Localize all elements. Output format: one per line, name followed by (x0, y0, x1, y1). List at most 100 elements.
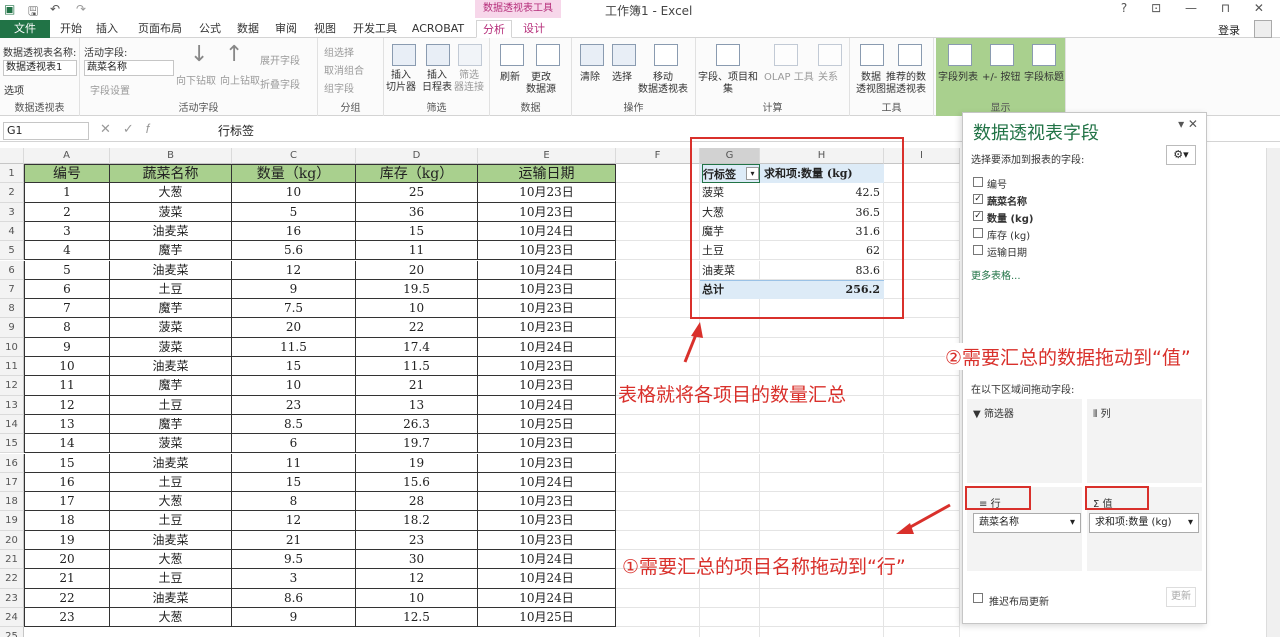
table-cell[interactable]: 土豆 (110, 395, 232, 415)
table-cell[interactable]: 土豆 (110, 569, 232, 589)
tab-design[interactable]: 设计 (516, 20, 552, 38)
field-checkbox[interactable] (973, 228, 983, 238)
filter-connections-button[interactable]: 筛选 器连接 (454, 70, 484, 94)
table-cell[interactable]: 15 (24, 453, 110, 473)
table-cell[interactable]: 大葱 (110, 183, 232, 203)
table-cell[interactable]: 菠菜 (110, 434, 232, 454)
expand-field-button[interactable]: 展开字段 (260, 52, 300, 67)
table-cell[interactable]: 13 (356, 395, 478, 415)
field-checkbox[interactable]: ✓ (973, 211, 983, 221)
insert-timeline-button[interactable]: 插入 日程表 (422, 70, 452, 94)
group-selection-button[interactable]: 组选择 (324, 44, 354, 59)
table-cell[interactable]: 19.5 (356, 279, 478, 300)
table-cell[interactable]: 8.6 (232, 588, 356, 608)
login-link[interactable]: 登录 (1218, 22, 1240, 38)
cell[interactable] (700, 588, 760, 608)
table-cell[interactable]: 21 (232, 530, 356, 550)
cell[interactable] (760, 627, 884, 637)
cell[interactable] (616, 260, 700, 280)
row-header[interactable]: 18 (0, 492, 24, 512)
row-header[interactable]: 9 (0, 318, 24, 338)
table-cell[interactable]: 7 (24, 299, 110, 319)
table-cell[interactable]: 油麦菜 (110, 530, 232, 550)
table-cell[interactable]: 10月23日 (478, 318, 616, 338)
table-cell[interactable]: 菠菜 (110, 202, 232, 222)
row-header[interactable]: 7 (0, 279, 24, 300)
tab-developer[interactable]: 开发工具 (350, 20, 400, 38)
table-cell[interactable]: 18 (24, 511, 110, 531)
table-cell[interactable]: 10月23日 (478, 511, 616, 531)
table-cell[interactable]: 11 (356, 241, 478, 261)
row-header[interactable]: 11 (0, 357, 24, 377)
clear-button[interactable]: 清除 (580, 72, 600, 84)
pivot-chart-button[interactable]: 数据 透视图 (856, 72, 886, 96)
table-cell[interactable]: 土豆 (110, 279, 232, 300)
fields-items-button[interactable]: 字段、项目和 集 (698, 72, 758, 96)
row-header[interactable]: 3 (0, 202, 24, 222)
pane-close-icon[interactable]: ▾ ✕ (1178, 117, 1198, 131)
table-cell[interactable]: 10月25日 (478, 607, 616, 628)
cell[interactable] (616, 299, 700, 319)
drill-down-button[interactable]: 向下钻取 (176, 72, 216, 87)
cell[interactable] (760, 588, 884, 608)
table-cell[interactable]: 4 (24, 241, 110, 261)
table-cell[interactable]: 8 (232, 492, 356, 512)
table-header-cell[interactable]: 数量（kg） (232, 164, 356, 184)
cell[interactable] (884, 588, 960, 608)
window-controls[interactable]: ? ⊡ — ⊓ ✕ (1121, 1, 1274, 15)
table-cell[interactable]: 22 (356, 318, 478, 338)
table-cell[interactable]: 10 (232, 376, 356, 396)
plus-minus-buttons-button[interactable]: +/- 按钮 (982, 72, 1021, 84)
field-label[interactable]: 运输日期 (987, 244, 1027, 259)
tab-page-layout[interactable]: 页面布局 (132, 20, 188, 38)
table-cell[interactable]: 6 (232, 434, 356, 454)
tab-view[interactable]: 视图 (308, 20, 342, 38)
row-header[interactable]: 16 (0, 453, 24, 473)
active-field-input[interactable]: 蔬菜名称 (84, 60, 174, 76)
row-header[interactable]: 13 (0, 395, 24, 415)
table-cell[interactable]: 5.6 (232, 241, 356, 261)
column-header[interactable]: E (478, 148, 616, 164)
row-header[interactable]: 17 (0, 472, 24, 493)
columns-area[interactable]: ⦀ 列 (1087, 399, 1202, 483)
table-cell[interactable]: 魔芋 (110, 299, 232, 319)
recommended-pivot-button[interactable]: 推荐的数 据透视表 (886, 72, 926, 96)
table-cell[interactable]: 10月23日 (478, 183, 616, 203)
tab-acrobat[interactable]: ACROBAT (408, 20, 468, 38)
table-cell[interactable]: 14 (24, 434, 110, 454)
table-cell[interactable]: 9.5 (232, 550, 356, 570)
move-pivot-button[interactable]: 移动 数据透视表 (638, 72, 688, 96)
row-header[interactable]: 15 (0, 434, 24, 454)
table-cell[interactable]: 12.5 (356, 607, 478, 628)
table-cell[interactable]: 10月25日 (478, 414, 616, 435)
row-header[interactable]: 24 (0, 607, 24, 628)
field-label[interactable]: 蔬菜名称 (987, 193, 1027, 208)
pivot-name-input[interactable]: 数据透视表1 (3, 60, 77, 76)
table-cell[interactable]: 10月24日 (478, 337, 616, 357)
row-header[interactable]: 25 (0, 627, 24, 637)
table-cell[interactable]: 11 (24, 376, 110, 396)
row-header[interactable]: 12 (0, 376, 24, 396)
table-cell[interactable]: 大葱 (110, 550, 232, 570)
defer-update-checkbox[interactable] (973, 593, 983, 603)
tab-analyze[interactable]: 分析 (476, 20, 512, 38)
redo-icon[interactable]: ↷ (76, 2, 86, 16)
cell[interactable] (616, 221, 700, 242)
table-cell[interactable]: 20 (356, 260, 478, 280)
table-cell[interactable]: 10 (356, 299, 478, 319)
column-header[interactable]: F (616, 148, 700, 164)
tab-data[interactable]: 数据 (232, 20, 264, 38)
table-cell[interactable]: 魔芋 (110, 241, 232, 261)
row-header[interactable]: 20 (0, 530, 24, 550)
table-cell[interactable]: 魔芋 (110, 414, 232, 435)
table-cell[interactable]: 30 (356, 550, 478, 570)
refresh-button[interactable]: 刷新 (500, 72, 520, 84)
table-cell[interactable]: 6 (24, 279, 110, 300)
table-cell[interactable]: 3 (232, 569, 356, 589)
filters-area[interactable]: ▼ 筛选器 (967, 399, 1082, 483)
table-cell[interactable]: 10月23日 (478, 299, 616, 319)
table-cell[interactable]: 22 (24, 588, 110, 608)
table-cell[interactable]: 13 (24, 414, 110, 435)
table-cell[interactable]: 菠菜 (110, 318, 232, 338)
table-cell[interactable]: 12 (356, 569, 478, 589)
